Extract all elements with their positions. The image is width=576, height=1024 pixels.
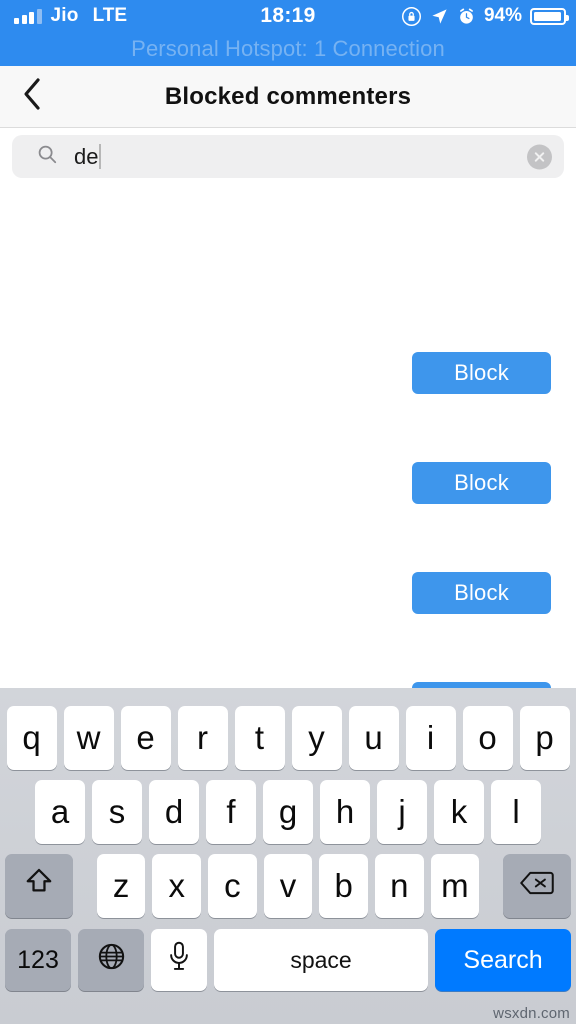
- key-z[interactable]: z: [96, 854, 146, 918]
- blocked-commenters-list[interactable]: Block Block Block Block: [0, 185, 576, 688]
- keyboard-row-1: q w e r t y u i o p: [0, 699, 576, 777]
- key-l[interactable]: l: [491, 780, 541, 844]
- key-w[interactable]: w: [63, 706, 114, 770]
- space-key[interactable]: space: [214, 929, 428, 991]
- watermark: wsxdn.com: [493, 1005, 570, 1022]
- keyboard-row-3: z x c v b n m: [0, 847, 576, 925]
- globe-key[interactable]: [78, 929, 144, 991]
- battery-icon: [530, 7, 569, 25]
- key-j[interactable]: j: [377, 780, 427, 844]
- backspace-icon: [519, 867, 555, 905]
- key-s[interactable]: s: [92, 780, 142, 844]
- dictation-key[interactable]: [151, 929, 207, 991]
- key-i[interactable]: i: [405, 706, 456, 770]
- search-key[interactable]: Search: [435, 929, 571, 991]
- search-input[interactable]: de: [12, 135, 564, 178]
- status-bar-clock: 18:19: [260, 4, 316, 27]
- keyboard-row-4: 123 space Search: [0, 922, 576, 998]
- key-e[interactable]: e: [120, 706, 171, 770]
- phone-screen: Jio LTE 18:19 94% Personal Hotspot: 1 Co…: [0, 0, 576, 1024]
- block-button[interactable]: Block: [412, 462, 551, 504]
- personal-hotspot-banner[interactable]: Personal Hotspot: 1 Connection: [0, 32, 576, 66]
- list-item[interactable]: Block: [0, 428, 576, 538]
- navigation-bar: Blocked commenters: [0, 66, 576, 128]
- status-bar: Jio LTE 18:19 94%: [0, 0, 576, 32]
- microphone-icon: [166, 941, 192, 979]
- key-y[interactable]: y: [291, 706, 342, 770]
- globe-icon: [96, 941, 127, 980]
- list-item[interactable]: Block: [0, 318, 576, 428]
- key-h[interactable]: h: [320, 780, 370, 844]
- key-a[interactable]: a: [35, 780, 85, 844]
- key-v[interactable]: v: [263, 854, 313, 918]
- on-screen-keyboard[interactable]: q w e r t y u i o p a s d f g h j k l z …: [0, 688, 576, 1024]
- search-bar-container: de: [0, 128, 576, 185]
- search-icon: [36, 143, 58, 170]
- key-d[interactable]: d: [149, 780, 199, 844]
- list-item[interactable]: Block: [0, 538, 576, 648]
- shift-key[interactable]: [5, 854, 74, 918]
- key-p[interactable]: p: [519, 706, 570, 770]
- key-n[interactable]: n: [374, 854, 424, 918]
- key-k[interactable]: k: [434, 780, 484, 844]
- block-button[interactable]: Block: [412, 572, 551, 614]
- key-m[interactable]: m: [430, 854, 480, 918]
- list-item[interactable]: Block: [0, 648, 576, 688]
- key-f[interactable]: f: [206, 780, 256, 844]
- key-x[interactable]: x: [152, 854, 202, 918]
- key-u[interactable]: u: [348, 706, 399, 770]
- search-text: de: [74, 143, 99, 169]
- keyboard-row-2: a s d f g h j k l: [0, 773, 576, 851]
- key-c[interactable]: c: [208, 854, 257, 918]
- search-input-value: de: [74, 143, 102, 170]
- key-g[interactable]: g: [263, 780, 313, 844]
- page-title: Blocked commenters: [164, 82, 412, 110]
- block-button[interactable]: Block: [412, 352, 551, 394]
- key-b[interactable]: b: [319, 854, 368, 918]
- key-r[interactable]: r: [177, 706, 228, 770]
- key-o[interactable]: o: [462, 706, 513, 770]
- key-t[interactable]: t: [234, 706, 285, 770]
- backspace-key[interactable]: [502, 854, 571, 918]
- text-cursor: [99, 144, 102, 169]
- numbers-key[interactable]: 123: [5, 929, 71, 991]
- shift-arrow-icon: [23, 866, 55, 906]
- clear-search-button[interactable]: [527, 144, 552, 169]
- key-q[interactable]: q: [6, 706, 57, 770]
